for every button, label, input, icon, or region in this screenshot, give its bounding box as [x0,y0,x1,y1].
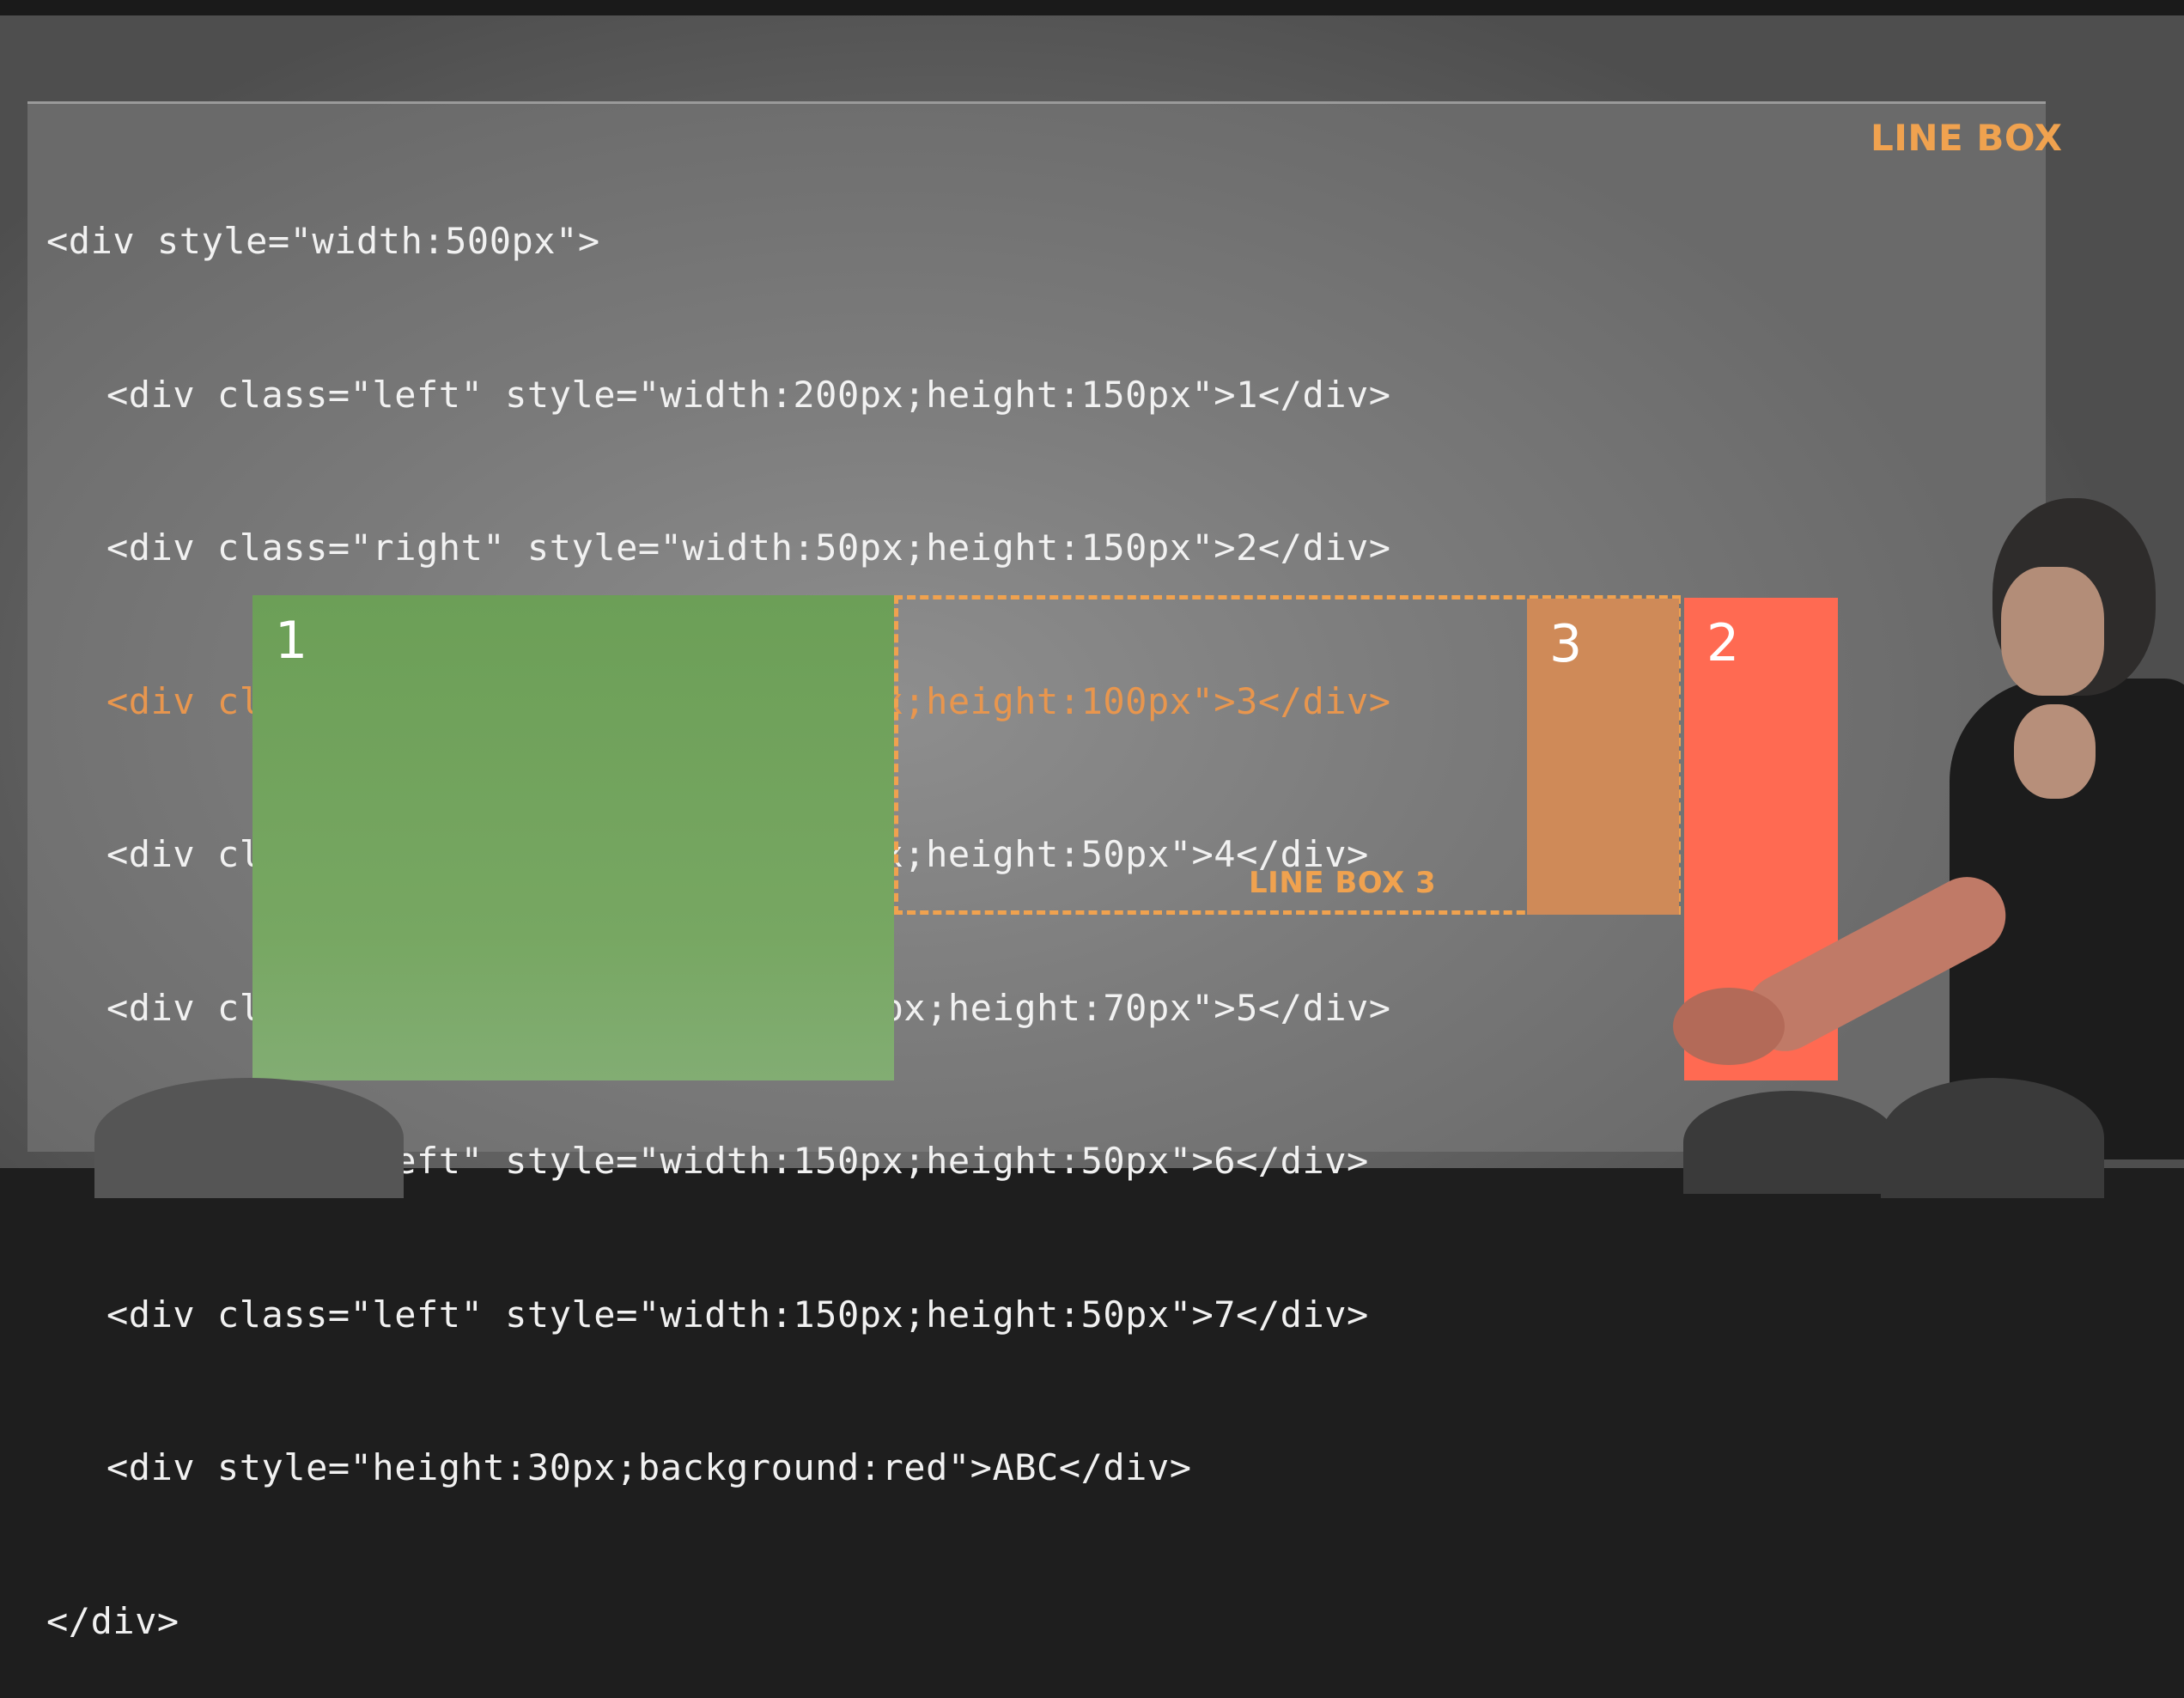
box-number: 3 [1549,614,1583,674]
box-number: 1 [275,611,308,671]
line-box-label: LINE BOX 3 [1249,866,1437,900]
float-box-1: 1 [252,595,894,1080]
slide-title-label: LINE BOX [1871,117,2063,159]
float-box-3: 3 [1527,599,1679,915]
presenter-mic-hand [2014,704,2096,799]
code-line: </div> [46,1599,179,1642]
audience-head [1881,1078,2104,1198]
code-line: <div class="right" style="width:50px;hei… [106,526,1391,569]
code-line: <div class="left" style="width:150px;hei… [106,1293,1369,1336]
audience-head [1683,1091,1898,1194]
box-number: 2 [1706,613,1740,673]
code-line: <div class="left" style="width:200px;hei… [106,373,1391,416]
presenter-face [2001,567,2104,696]
presenter-hand [1673,988,1785,1065]
code-line: <div style="width:500px"> [46,220,600,262]
audience-head [94,1078,404,1198]
video-frame-top [0,0,2184,15]
code-line: <div style="height:30px;background:red">… [106,1446,1192,1488]
